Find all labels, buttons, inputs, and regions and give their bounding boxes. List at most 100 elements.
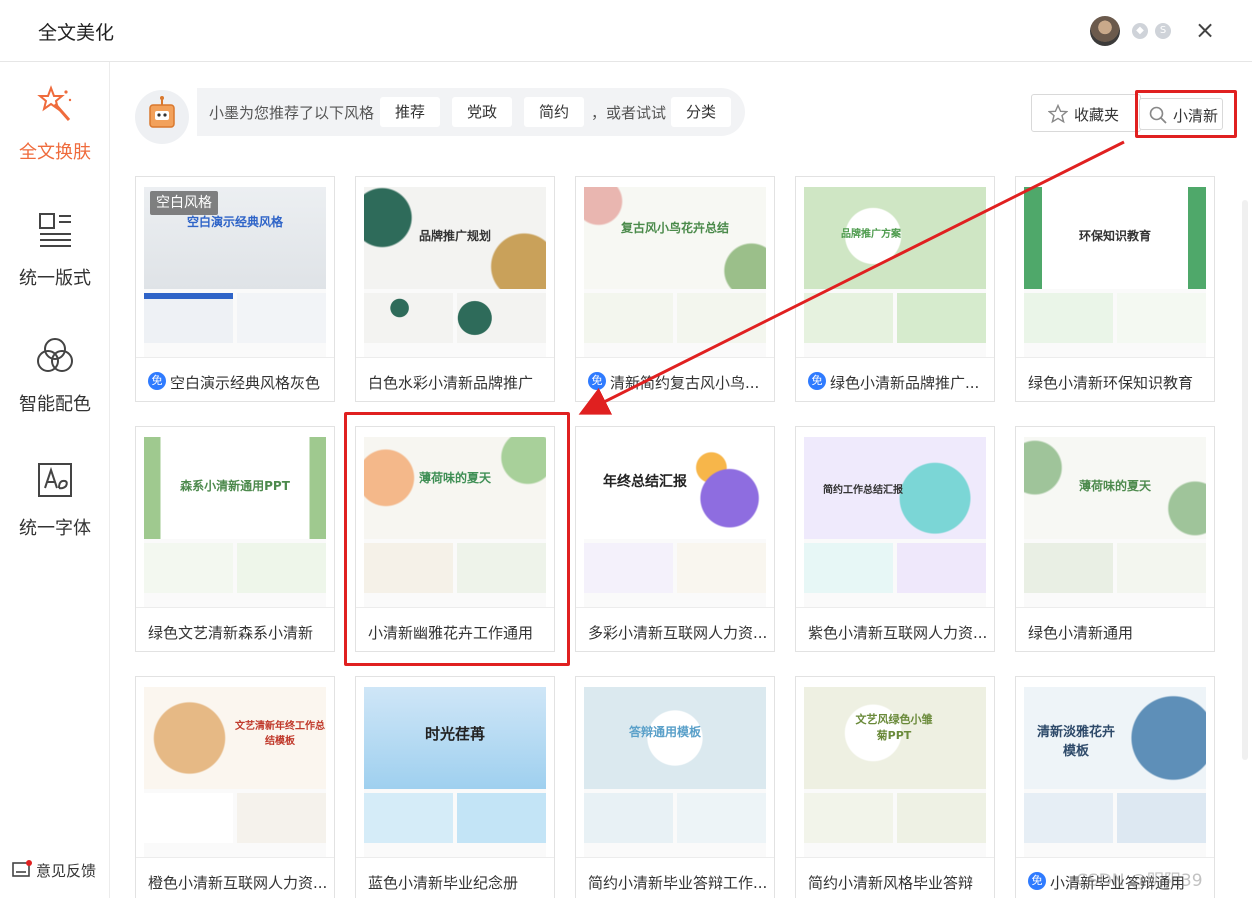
thumb-text: 薄荷味的夏天 — [1078, 479, 1151, 493]
template-thumbnail: 时光荏苒 — [364, 687, 546, 857]
watermark: CSDN @明阳39 — [1076, 871, 1203, 891]
blank-style-tag: 空白风格 — [150, 191, 218, 215]
robot-assistant-icon — [135, 90, 189, 144]
template-card[interactable]: 薄荷味的夏天 绿色小清新通用 — [1015, 426, 1215, 652]
favorites-button[interactable]: 收藏夹 — [1031, 94, 1141, 132]
card-caption: 绿色小清新通用 — [1016, 607, 1214, 653]
magic-wand-icon — [37, 85, 72, 121]
thumb-text: 森系小清新通用PPT — [180, 479, 290, 493]
free-badge-icon: 免 — [1028, 872, 1046, 890]
sidebar-item-skin[interactable]: 全文换肤 — [0, 84, 110, 194]
template-card[interactable]: 空白演示经典风格 空白风格 免 空白演示经典风格灰色 — [135, 176, 335, 402]
thumb-text: 简约工作总结汇报 — [823, 485, 903, 496]
sidebar-item-label: 统一字体 — [19, 518, 91, 539]
search-icon — [1149, 106, 1167, 124]
template-thumbnail: 复古风小鸟花卉总结 — [584, 187, 766, 357]
chip-simple[interactable]: 简约 — [524, 97, 584, 127]
template-thumbnail: 答辩通用模板 — [584, 687, 766, 857]
sidebar-item-layout[interactable]: 统一版式 — [0, 210, 110, 320]
card-title: 简约小清新毕业答辩工作... — [588, 874, 768, 892]
template-thumbnail: 简约工作总结汇报 — [804, 437, 986, 607]
card-title: 多彩小清新互联网人力资... — [588, 624, 768, 642]
color-circles-icon — [37, 338, 73, 372]
template-thumbnail: 森系小清新通用PPT — [144, 437, 326, 607]
thumb-text: 时光荏苒 — [424, 725, 485, 743]
template-thumbnail: 文艺清新年终工作总结模板 — [144, 687, 326, 857]
sidebar-item-label: 智能配色 — [19, 394, 91, 415]
chip-category[interactable]: 分类 — [671, 97, 731, 127]
thumb-text: 年终总结汇报 — [603, 474, 687, 490]
member-badge-icon: S — [1155, 23, 1171, 39]
font-icon — [38, 463, 72, 497]
avatar[interactable] — [1090, 16, 1120, 46]
thumb-text: 环保知识教育 — [1078, 229, 1151, 243]
template-thumbnail: 薄荷味的夏天 — [364, 437, 546, 607]
thumb-text: 空白演示经典风格 — [186, 215, 283, 229]
card-caption: 简约小清新毕业答辩工作... — [576, 857, 774, 898]
template-card[interactable]: 薄荷味的夏天 小清新幽雅花卉工作通用 — [355, 426, 555, 652]
template-thumbnail: 文艺风绿色小雏菊PPT — [804, 687, 986, 857]
card-title: 空白演示经典风格灰色 — [170, 374, 321, 392]
card-title: 清新简约复古风小鸟... — [610, 374, 760, 392]
template-thumbnail: 空白演示经典风格 空白风格 — [144, 187, 326, 357]
sidebar-item-color[interactable]: 智能配色 — [0, 336, 110, 446]
template-card[interactable]: 森系小清新通用PPT 绿色文艺清新森系小清新 — [135, 426, 335, 652]
feedback-label: 意见反馈 — [36, 862, 97, 880]
card-caption: 白色水彩小清新品牌推广 — [356, 357, 554, 403]
card-caption: 绿色文艺清新森系小清新 — [136, 607, 334, 653]
star-icon — [1048, 104, 1068, 124]
thumb-text: 品牌推广方案 — [841, 229, 901, 240]
recommend-bar: 小墨为您推荐了以下风格 推荐 党政 简约 ，或者试试 分类 — [197, 88, 745, 136]
template-card[interactable]: 年终总结汇报 多彩小清新互联网人力资... — [575, 426, 775, 652]
thumb-text: 文艺风绿色小雏菊PPT — [855, 713, 933, 742]
app-window: 全文美化 ◆ S × 全文换肤 统一版式 智能配色 统一字体 意见反馈 小墨为您… — [0, 0, 1252, 898]
chip-party[interactable]: 党政 — [452, 97, 512, 127]
or-try-text: ，或者试试 — [591, 104, 667, 122]
template-card[interactable]: 文艺风绿色小雏菊PPT 简约小清新风格毕业答辩 — [795, 676, 995, 898]
card-title: 简约小清新风格毕业答辩 — [808, 874, 974, 892]
template-card[interactable]: 答辩通用模板 简约小清新毕业答辩工作... — [575, 676, 775, 898]
template-card[interactable]: 简约工作总结汇报 紫色小清新互联网人力资... — [795, 426, 995, 652]
template-card[interactable]: 复古风小鸟花卉总结 免 清新简约复古风小鸟... — [575, 176, 775, 402]
template-card[interactable]: 品牌推广方案 免 绿色小清新品牌推广... — [795, 176, 995, 402]
free-badge-icon: 免 — [588, 372, 606, 390]
thumb-text: 薄荷味的夏天 — [418, 471, 491, 485]
free-badge-icon: 免 — [148, 372, 166, 390]
card-caption: 多彩小清新互联网人力资... — [576, 607, 774, 653]
template-card[interactable]: 清新淡雅花卉模板 免 小清新毕业答辩通用 — [1015, 676, 1215, 898]
sidebar-item-label: 全文换肤 — [19, 142, 91, 163]
template-thumbnail: 薄荷味的夏天 — [1024, 437, 1206, 607]
template-thumbnail: 清新淡雅花卉模板 — [1024, 687, 1206, 857]
favorites-label: 收藏夹 — [1074, 106, 1120, 124]
template-card[interactable]: 品牌推广规划 白色水彩小清新品牌推广 — [355, 176, 555, 402]
main-panel: 小墨为您推荐了以下风格 推荐 党政 简约 ，或者试试 分类 收藏夹 小清新 空白… — [111, 62, 1252, 898]
title-bar: 全文美化 ◆ S × — [0, 0, 1252, 62]
scrollbar[interactable] — [1242, 200, 1248, 760]
card-caption: 免 绿色小清新品牌推广... — [796, 357, 994, 403]
feedback-button[interactable]: 意见反馈 — [12, 858, 104, 882]
chip-recommend[interactable]: 推荐 — [380, 97, 440, 127]
sidebar: 全文换肤 统一版式 智能配色 统一字体 意见反馈 — [0, 62, 110, 898]
template-card[interactable]: 环保知识教育 绿色小清新环保知识教育 — [1015, 176, 1215, 402]
free-badge-icon: 免 — [808, 372, 826, 390]
search-value: 小清新 — [1173, 107, 1219, 125]
sidebar-item-font[interactable]: 统一字体 — [0, 460, 110, 570]
thumb-text: 品牌推广规划 — [418, 229, 491, 243]
close-button[interactable]: × — [1192, 15, 1218, 45]
card-caption: 橙色小清新互联网人力资... — [136, 857, 334, 898]
thumb-text: 清新淡雅花卉模板 — [1036, 725, 1115, 759]
card-title: 蓝色小清新毕业纪念册 — [368, 874, 519, 892]
template-card[interactable]: 时光荏苒 蓝色小清新毕业纪念册 — [355, 676, 555, 898]
card-title: 绿色小清新通用 — [1028, 624, 1134, 642]
recommend-message: 小墨为您推荐了以下风格 — [209, 104, 375, 122]
search-input[interactable]: 小清新 — [1139, 98, 1223, 130]
card-title: 白色水彩小清新品牌推广 — [368, 374, 534, 392]
thumb-text: 文艺清新年终工作总结模板 — [235, 721, 325, 747]
card-caption: 蓝色小清新毕业纪念册 — [356, 857, 554, 898]
template-thumbnail: 环保知识教育 — [1024, 187, 1206, 357]
card-caption: 免 清新简约复古风小鸟... — [576, 357, 774, 403]
thumb-text: 复古风小鸟花卉总结 — [620, 221, 729, 235]
template-card[interactable]: 文艺清新年终工作总结模板 橙色小清新互联网人力资... — [135, 676, 335, 898]
card-title: 橙色小清新互联网人力资... — [148, 874, 328, 892]
card-caption: 紫色小清新互联网人力资... — [796, 607, 994, 653]
